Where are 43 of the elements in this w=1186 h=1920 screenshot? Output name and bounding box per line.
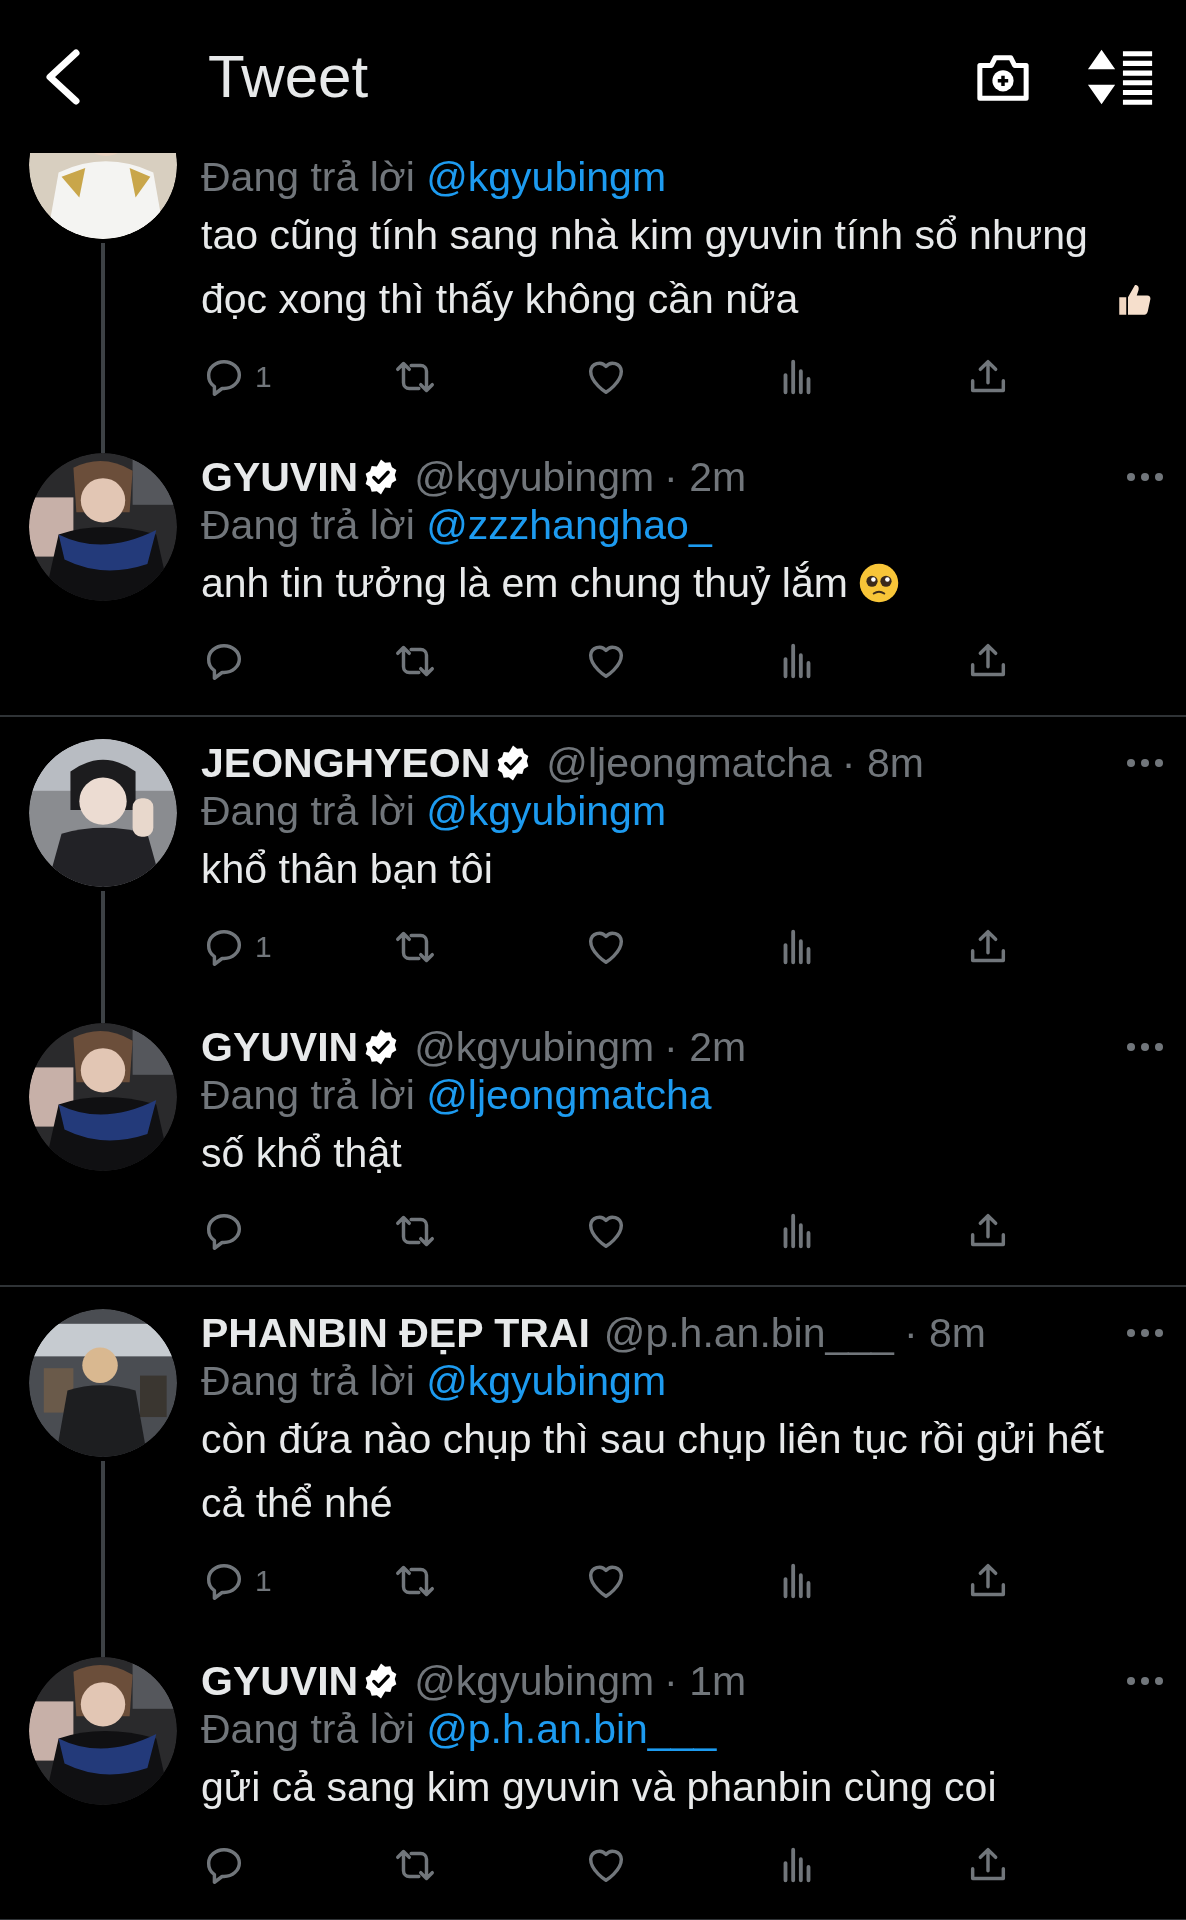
reply-count: 1 bbox=[255, 1564, 272, 1598]
reply-count: 1 bbox=[255, 930, 272, 964]
replying-to-label: Đang trả lời bbox=[201, 788, 415, 834]
user-handle: @kgyubingm bbox=[414, 1657, 655, 1705]
user-handle: @kgyubingm bbox=[414, 453, 655, 501]
tweet-text: tao cũng tính sang nhà kim gyuvin tính sổ nhưng đọc xong thì thấy không cần nữa bbox=[201, 211, 1089, 324]
timestamp: · 8m bbox=[841, 739, 924, 787]
mention-link[interactable]: @kgyubingm bbox=[426, 154, 667, 200]
mention-link[interactable]: @zzzhanghao_ bbox=[426, 502, 712, 548]
replying-to-label: Đang trả lời bbox=[201, 1072, 415, 1118]
replying-to-label: Đang trả lời bbox=[201, 502, 415, 548]
mention-link[interactable]: @p.h.an.bin___ bbox=[426, 1706, 717, 1752]
user-handle: @p.h.an.bin___ bbox=[603, 1309, 894, 1357]
timestamp: · 2m bbox=[664, 453, 747, 501]
timestamp: · 2m bbox=[664, 1023, 747, 1071]
page-title: Tweet bbox=[208, 42, 370, 111]
more-icon[interactable] bbox=[1126, 758, 1164, 768]
reply-count: 1 bbox=[255, 360, 272, 394]
user-handle: @kgyubingm bbox=[414, 1023, 655, 1071]
replying-to-label: Đang trả lời bbox=[201, 154, 415, 200]
display-name: GYUVIN bbox=[201, 1657, 359, 1705]
tweet-text: còn đứa nào chụp thì sau chụp liên tục rồi gửi hết cả thể nhé bbox=[201, 1415, 1105, 1528]
timestamp: · 8m bbox=[903, 1309, 986, 1357]
replying-to-label: Đang trả lời bbox=[201, 1358, 415, 1404]
more-icon[interactable] bbox=[1126, 1676, 1164, 1686]
display-name: PHANBIN ĐẸP TRAI bbox=[201, 1309, 590, 1357]
mention-link[interactable]: @kgyubingm bbox=[426, 1358, 667, 1404]
tweet-text: khổ thân bạn tôi bbox=[201, 845, 493, 894]
mention-link[interactable]: @kgyubingm bbox=[426, 788, 667, 834]
display-name: GYUVIN bbox=[201, 453, 359, 501]
display-name: JEONGHYEON bbox=[201, 739, 491, 787]
user-handle: @ljeongmatcha bbox=[546, 739, 832, 787]
more-icon[interactable] bbox=[1126, 1328, 1164, 1338]
timestamp: · 1m bbox=[664, 1657, 747, 1705]
tweet-text: số khổ thật bbox=[201, 1129, 402, 1178]
tweet-text: anh tin tưởng là em chung thuỷ lắm bbox=[201, 559, 848, 608]
more-icon[interactable] bbox=[1126, 1042, 1164, 1052]
more-icon[interactable] bbox=[1126, 472, 1164, 482]
mention-link[interactable]: @ljeongmatcha bbox=[426, 1072, 712, 1118]
replying-to-label: Đang trả lời bbox=[201, 1706, 415, 1752]
pleading-face-icon bbox=[857, 562, 900, 604]
display-name: GYUVIN bbox=[201, 1023, 359, 1071]
tweet-text: gửi cả sang kim gyuvin và phanbin cùng coi bbox=[201, 1763, 997, 1812]
